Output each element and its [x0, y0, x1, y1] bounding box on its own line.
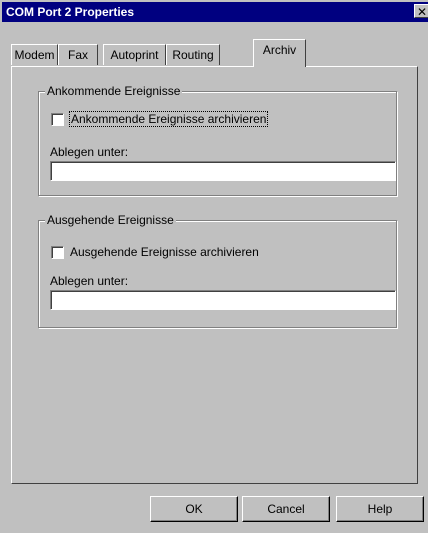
tab-label: Archiv	[262, 43, 297, 57]
tab-label: Modem	[14, 48, 55, 62]
tab-panel-archiv: Ankommende Ereignisse Ankommende Ereigni…	[11, 66, 418, 484]
title-bar: COM Port 2 Properties ✕	[2, 2, 428, 22]
tab-label: Routing	[172, 48, 214, 62]
incoming-archive-checkbox-label[interactable]: Ankommende Ereignisse archivieren	[68, 111, 269, 127]
outgoing-path-input[interactable]	[50, 290, 396, 310]
incoming-path-label: Ablegen unter:	[50, 145, 129, 159]
tab-label: Fax	[67, 48, 88, 62]
incoming-path-input[interactable]	[50, 161, 396, 181]
incoming-events-group: Ankommende Ereignisse Ankommende Ereigni…	[38, 84, 397, 196]
tab-modem[interactable]: Modem	[11, 44, 58, 65]
outgoing-events-group: Ausgehende Ereignisse Ausgehende Ereigni…	[38, 213, 397, 328]
tab-label: Autoprint	[110, 48, 159, 62]
incoming-group-label: Ankommende Ereignisse	[45, 84, 183, 98]
close-button[interactable]: ✕	[414, 4, 428, 19]
outgoing-archive-checkbox-label[interactable]: Ausgehende Ereignisse archivieren	[70, 245, 259, 259]
tab-autoprint[interactable]: Autoprint	[103, 44, 166, 65]
incoming-archive-checkbox[interactable]	[51, 113, 64, 126]
outgoing-group-label: Ausgehende Ereignisse	[45, 213, 176, 227]
outgoing-archive-checkbox[interactable]	[51, 246, 64, 259]
help-button[interactable]: Help	[336, 496, 424, 522]
outgoing-path-label: Ablegen unter:	[50, 274, 129, 288]
tab-archiv[interactable]: Archiv	[253, 39, 306, 67]
properties-dialog: COM Port 2 Properties ✕ Modem Fax Autopr…	[0, 0, 428, 533]
close-icon: ✕	[416, 5, 428, 19]
tab-routing[interactable]: Routing	[166, 44, 220, 65]
cancel-button[interactable]: Cancel	[242, 496, 330, 522]
tab-fax[interactable]: Fax	[58, 44, 98, 65]
ok-button[interactable]: OK	[150, 496, 238, 522]
window-title: COM Port 2 Properties	[6, 5, 135, 19]
